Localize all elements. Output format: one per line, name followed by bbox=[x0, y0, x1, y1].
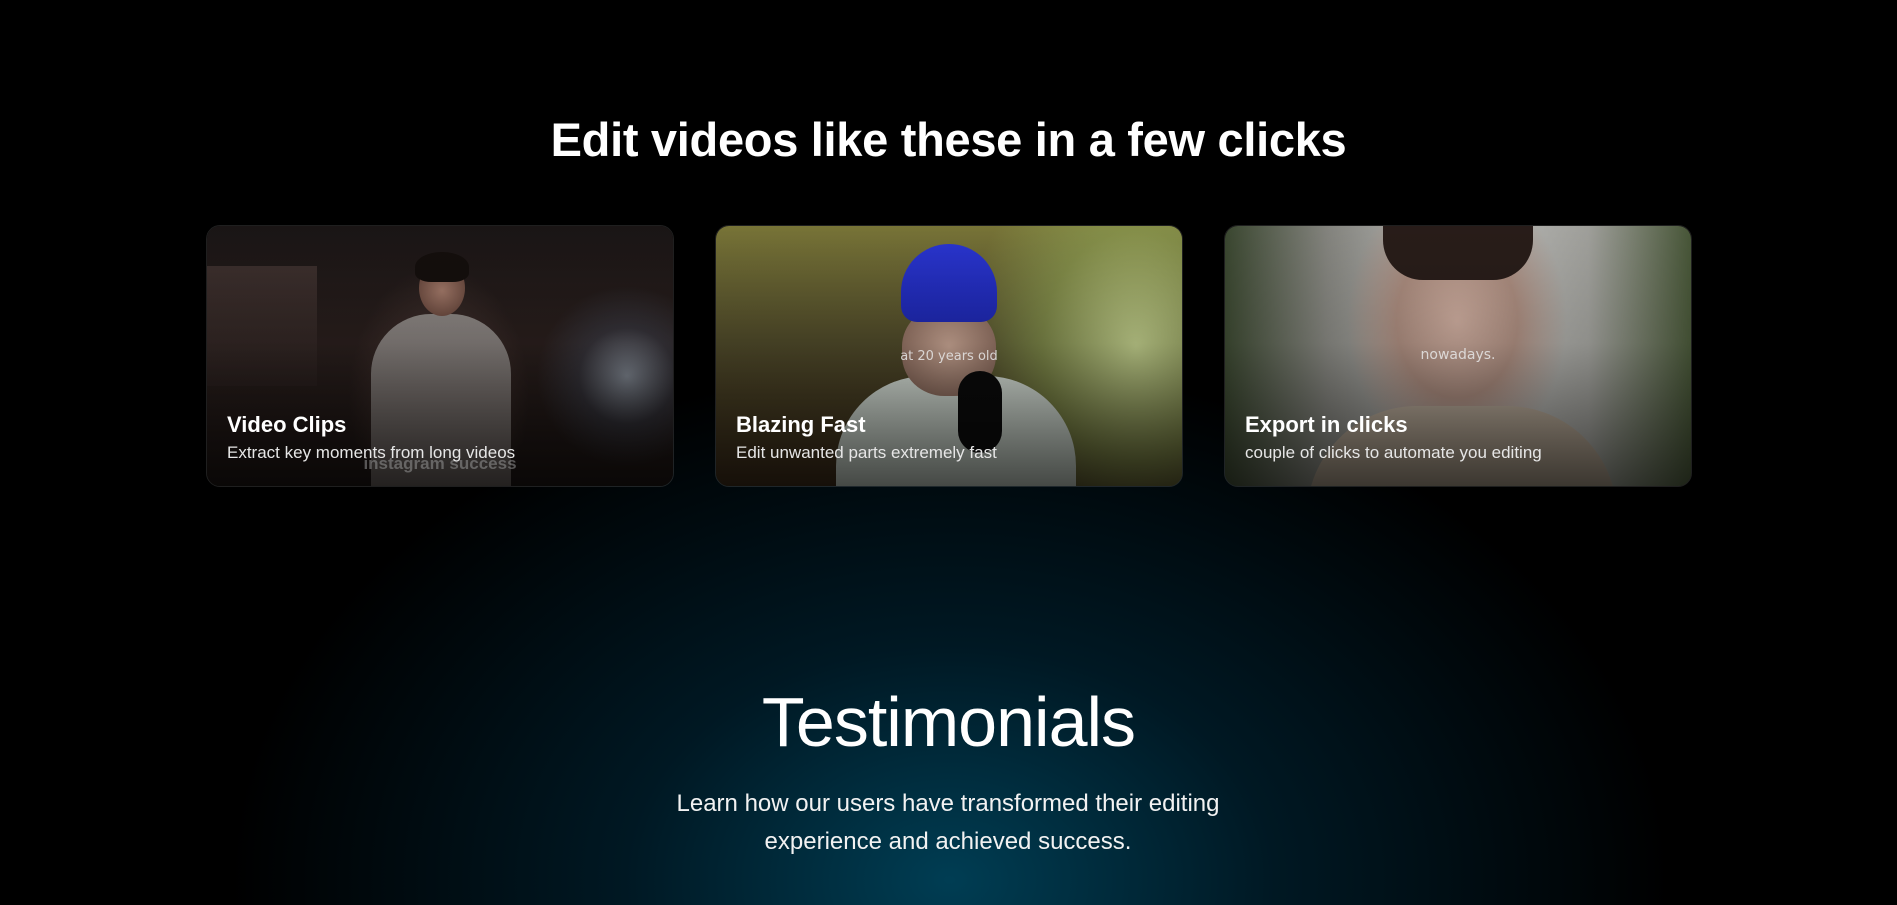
card-text: Blazing Fast Edit unwanted parts extreme… bbox=[736, 411, 1162, 464]
card-description: couple of clicks to automate you editing bbox=[1245, 443, 1542, 462]
card-text: Export in clicks couple of clicks to aut… bbox=[1245, 411, 1671, 464]
testimonials-subtitle: Learn how our users have transformed the… bbox=[676, 790, 1220, 855]
card-title: Blazing Fast bbox=[736, 412, 866, 437]
testimonials-title: Testimonials bbox=[761, 683, 1136, 761]
section-headline: Edit videos like these in a few clicks bbox=[550, 113, 1347, 166]
page: Edit videos like these in a few clicks i… bbox=[0, 0, 1897, 905]
video-caption: at 20 years old bbox=[900, 349, 998, 364]
card-description: Edit unwanted parts extremely fast bbox=[736, 443, 997, 462]
video-cards: instagram success Video Clips Extract ke… bbox=[206, 225, 1693, 489]
card-title: Export in clicks bbox=[1245, 412, 1408, 437]
video-card-export[interactable]: nowadays. Export in clicks couple of cli… bbox=[1224, 225, 1692, 487]
card-title: Video Clips bbox=[227, 412, 347, 437]
card-text: Video Clips Extract key moments from lon… bbox=[227, 411, 653, 464]
card-description: Extract key moments from long videos bbox=[227, 443, 516, 462]
video-caption: nowadays. bbox=[1420, 347, 1496, 363]
video-card-clips[interactable]: instagram success Video Clips Extract ke… bbox=[206, 225, 674, 487]
video-card-fast[interactable]: at 20 years old Blazing Fast Edit unwant… bbox=[715, 225, 1183, 487]
